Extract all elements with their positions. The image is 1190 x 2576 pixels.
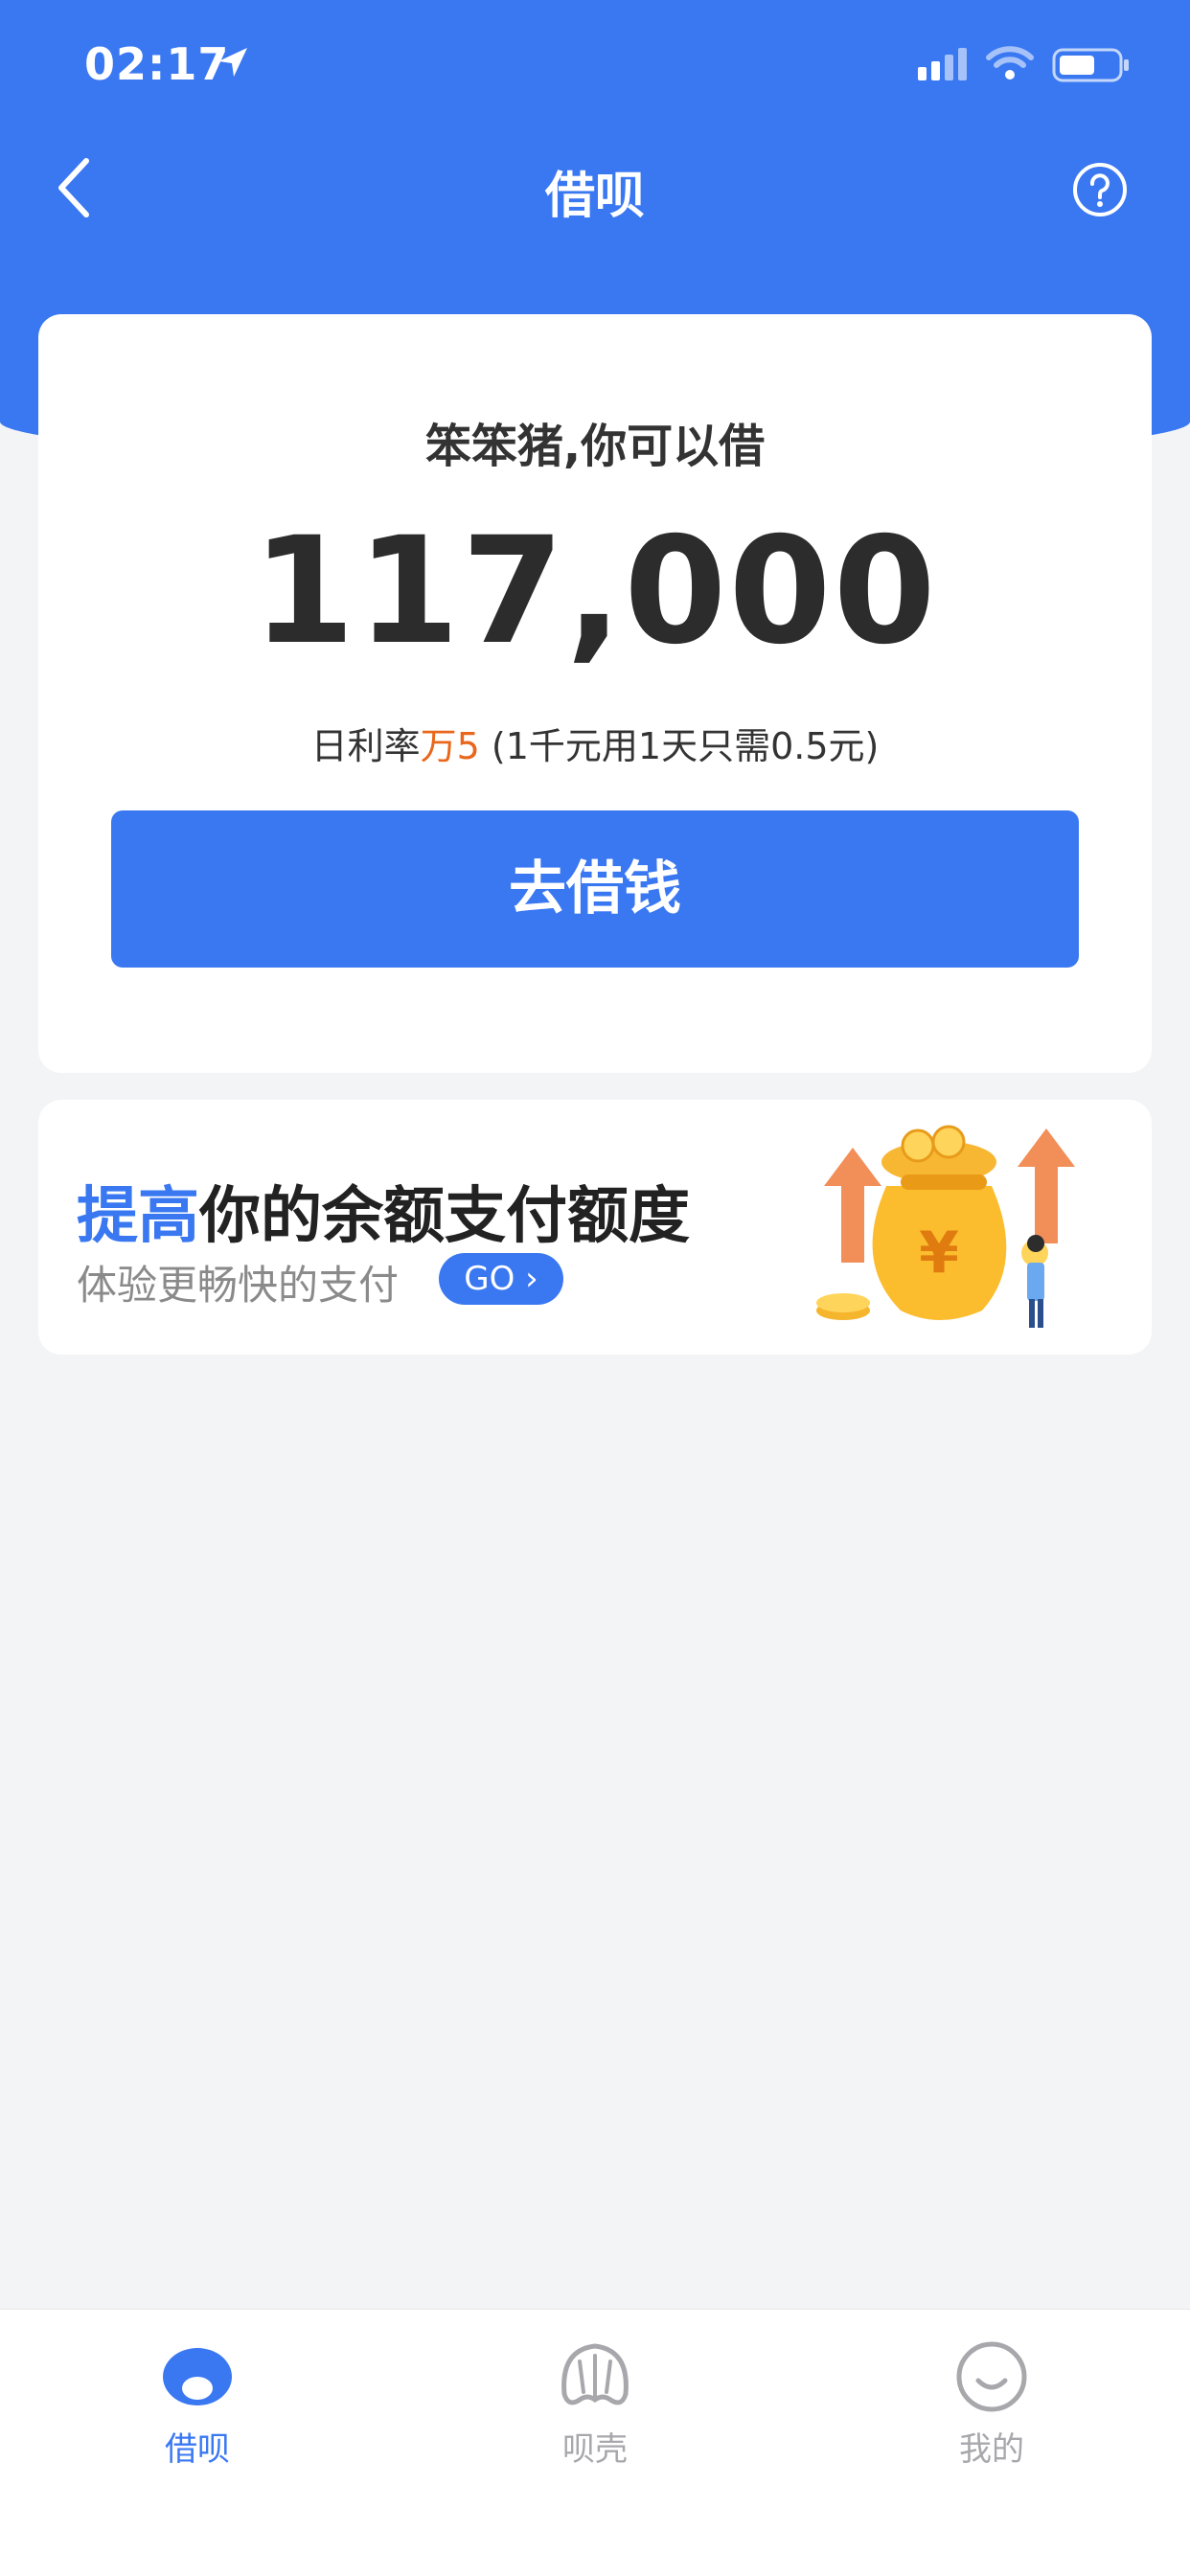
tab-label: 呗壳 xyxy=(562,2430,628,2469)
cellular-signal-icon xyxy=(918,48,967,80)
rate-suffix: (1千元用1天只需0.5元) xyxy=(479,725,880,767)
rate-prefix: 日利率 xyxy=(310,725,421,767)
borrow-button[interactable]: 去借钱 xyxy=(111,810,1079,968)
tab-label: 借呗 xyxy=(165,2430,230,2469)
promo-subtitle: 体验更畅快的支付 xyxy=(77,1262,400,1309)
bottom-tab-bar: 借呗 呗壳 我的 xyxy=(0,2309,1190,2576)
shell-icon xyxy=(561,2343,629,2405)
tab-label: 我的 xyxy=(959,2430,1024,2469)
status-bar: 02:17 xyxy=(0,0,1190,134)
status-time: 02:17 xyxy=(84,38,230,90)
location-arrow-icon xyxy=(218,48,247,77)
help-icon[interactable] xyxy=(1071,161,1129,218)
credit-amount: 117,000 xyxy=(252,506,938,677)
battery-icon xyxy=(1052,48,1129,82)
loan-card: 笨笨猪,你可以借 117,000 日利率万5 (1千元用1天只需0.5元) 去借… xyxy=(38,314,1152,1073)
chevron-right-icon: › xyxy=(525,1260,538,1298)
promo-title-rest: 你的余额支付额度 xyxy=(199,1181,690,1252)
jiebei-icon xyxy=(163,2348,232,2405)
promo-banner[interactable]: 提高你的余额支付额度 体验更畅快的支付 GO › ¥ xyxy=(38,1100,1152,1355)
tab-mine[interactable]: 我的 xyxy=(896,2338,1087,2470)
smiley-icon xyxy=(956,2341,1027,2412)
money-bag-illustration: ¥ xyxy=(816,1125,1075,1328)
rate-highlight: 万5 xyxy=(420,725,480,767)
tab-beike[interactable]: 呗壳 xyxy=(499,2338,691,2470)
wifi-icon xyxy=(986,46,1034,80)
svg-text:¥: ¥ xyxy=(919,1220,959,1287)
go-button[interactable]: GO › xyxy=(439,1253,563,1305)
page-title: 借呗 xyxy=(544,168,645,225)
promo-title-highlight: 提高 xyxy=(77,1181,199,1252)
tab-jiebei[interactable]: 借呗 xyxy=(102,2338,293,2470)
promo-title: 提高你的余额支付额度 xyxy=(77,1167,690,1255)
greeting-text: 笨笨猪,你可以借 xyxy=(424,420,766,473)
daily-rate-text: 日利率万5 (1千元用1天只需0.5元) xyxy=(38,717,1152,769)
go-label: GO xyxy=(464,1260,515,1298)
